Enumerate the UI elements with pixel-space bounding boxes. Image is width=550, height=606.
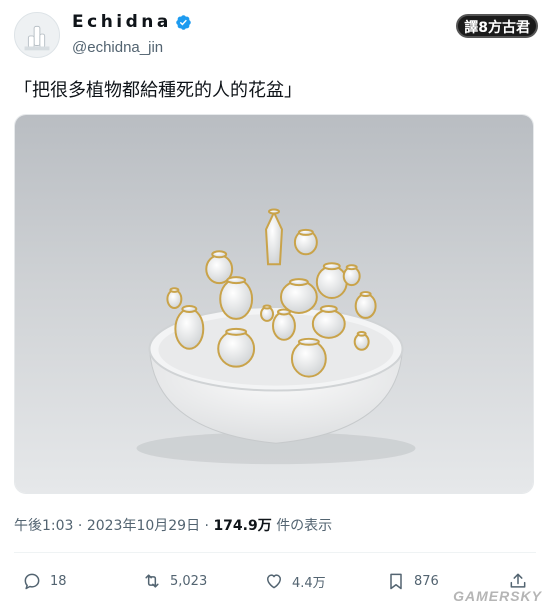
avatar[interactable] — [14, 12, 60, 58]
meta-separator: · — [204, 518, 209, 534]
retweet-count: 5,023 — [170, 573, 208, 589]
verified-badge-icon — [176, 14, 191, 30]
avatar-image — [15, 13, 59, 57]
planter-photo-image — [15, 115, 533, 493]
reply-button[interactable]: 18 — [22, 568, 67, 594]
tweet-text: 「把很多植物都給種死的人的花盆」 — [14, 80, 302, 101]
retweet-icon — [145, 574, 159, 588]
bookmark-count: 876 — [414, 573, 439, 589]
reply-count: 18 — [50, 573, 67, 589]
translator-stamp: 譯8方古君 — [456, 14, 538, 38]
display-name[interactable]: Echidna — [72, 12, 172, 32]
like-button[interactable]: 4.4万 — [264, 568, 326, 594]
tweet-meta: 午後1:03 · 2023年10月29日 · 174.9万 件の表示 — [14, 515, 332, 535]
user-handle[interactable]: @echidna_jin — [72, 39, 163, 56]
bookmark-icon — [390, 573, 402, 590]
tweet-time[interactable]: 午後1:03 — [14, 518, 73, 534]
views-label: 件の表示 — [276, 518, 333, 534]
site-watermark: GAMERSKY — [453, 588, 542, 604]
tweet-photo[interactable] — [14, 114, 534, 494]
tweet-date[interactable]: 2023年10月29日 — [87, 518, 200, 534]
reply-icon — [24, 573, 40, 590]
heart-icon — [267, 574, 281, 589]
like-count: 4.4万 — [292, 575, 326, 591]
meta-separator: · — [77, 518, 83, 534]
views-count: 174.9万 — [213, 518, 272, 534]
divider — [14, 552, 536, 553]
user-name-row[interactable]: Echidna — [72, 12, 192, 32]
bookmark-button[interactable]: 876 — [386, 568, 439, 594]
retweet-button[interactable]: 5,023 — [142, 568, 207, 594]
